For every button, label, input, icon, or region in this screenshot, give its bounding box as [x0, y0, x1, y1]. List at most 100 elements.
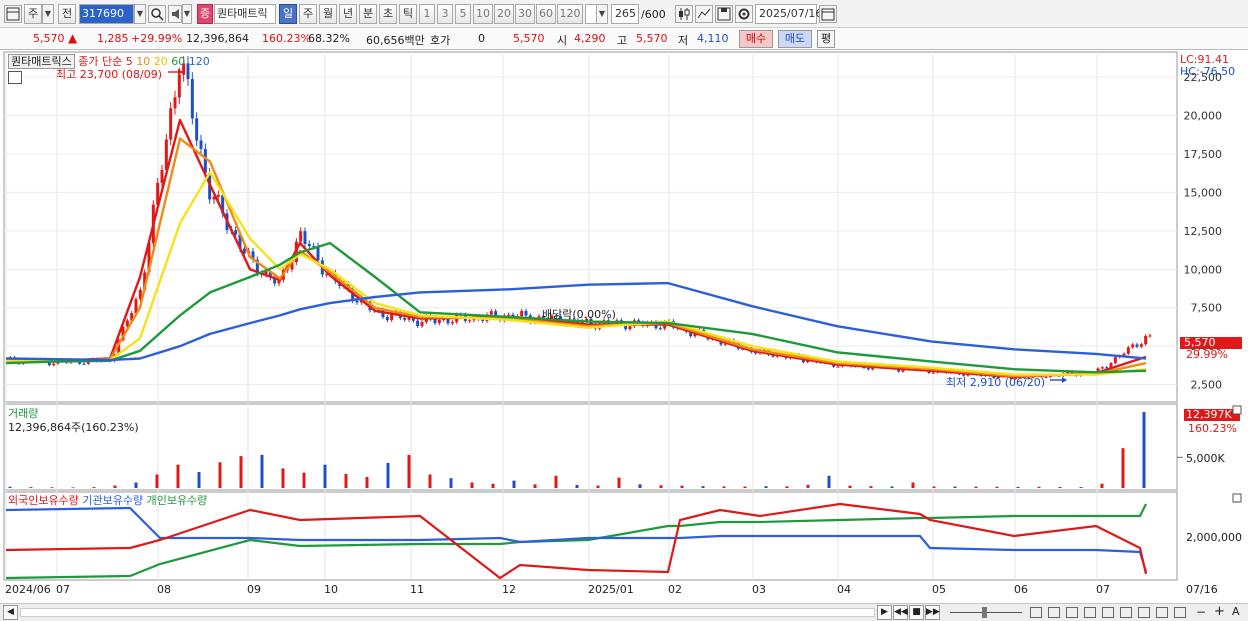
screenshot-icon[interactable]	[1174, 607, 1186, 618]
nav-first-button[interactable]: ◀◀	[893, 605, 908, 620]
candle-body	[507, 314, 511, 316]
indicator-icon[interactable]	[1066, 607, 1078, 618]
chart-area[interactable]: 22,500 20,000 17,500 15,000 12,500 10,000 7,50…	[0, 50, 1248, 603]
interval-60-button[interactable]: 60	[536, 4, 556, 24]
candle-body	[520, 311, 524, 317]
layout-icon[interactable]	[1030, 607, 1042, 618]
sound-icon[interactable]	[168, 5, 182, 23]
date-input[interactable]: 2025/07/16	[755, 4, 822, 24]
zoom-out-icon[interactable]: −	[1196, 605, 1206, 619]
prev-button[interactable]: 전	[58, 4, 76, 24]
candle-body	[52, 363, 56, 366]
period-week-tab[interactable]: 주	[299, 4, 317, 24]
current-value: 5,570	[513, 32, 545, 45]
interval-dropdown-chevron-icon[interactable]: ▼	[596, 4, 608, 24]
settings-gear-icon[interactable]	[735, 5, 753, 23]
volume-ratio: 160.23%	[262, 32, 311, 45]
market-button[interactable]: 주	[24, 4, 42, 24]
interval-5-button[interactable]: 5	[455, 4, 471, 24]
interval-1-button[interactable]: 1	[419, 4, 435, 24]
volume-bar	[974, 486, 978, 488]
scroll-right-icon[interactable]: ▶	[877, 605, 892, 620]
magnet-icon[interactable]	[1138, 607, 1150, 618]
volume-pane-frame	[3, 403, 1178, 491]
bottom-bar: ◀ ▶ ◀◀ ■ ▶▶ − + A	[0, 603, 1248, 621]
volume-bar	[596, 485, 600, 488]
date-tick-label: 10	[324, 583, 338, 596]
candle-body	[82, 363, 86, 365]
evaluation-button[interactable]: 평	[817, 30, 835, 48]
scroll-track[interactable]	[20, 608, 875, 617]
candle-type-icon[interactable]	[675, 5, 693, 23]
candle-body	[1144, 335, 1148, 345]
volume-bar	[785, 486, 789, 488]
foreign-holder-title[interactable]: 외국인보유수량	[8, 494, 79, 507]
volume-bar	[1121, 448, 1125, 488]
chart-canvas[interactable]: 22,50020,00017,50015,00012,50010,0007,50…	[0, 50, 1248, 603]
candle-body	[307, 243, 311, 247]
volume-bar	[848, 485, 852, 488]
interval-20-button[interactable]: 20	[494, 4, 514, 24]
tools-icon[interactable]	[1084, 607, 1096, 618]
window-layout-icon[interactable]	[4, 5, 22, 23]
volume-bar	[932, 486, 936, 488]
price-tick-label: 20,000	[1184, 110, 1223, 123]
period-day-tab[interactable]: 일	[279, 4, 297, 24]
nav-stop-button[interactable]: ■	[909, 605, 924, 620]
sound-dropdown-chevron-icon[interactable]: ▼	[182, 4, 192, 24]
volume-bar	[659, 485, 663, 488]
ma-60-label[interactable]: 60	[171, 55, 185, 68]
interval-120-button[interactable]: 120	[557, 4, 583, 24]
interval-10-button[interactable]: 10	[473, 4, 493, 24]
candle-body	[468, 320, 472, 322]
auto-scale-icon[interactable]: A	[1232, 605, 1240, 618]
count-input[interactable]: 265	[611, 4, 639, 24]
sell-button[interactable]: 매도	[778, 30, 812, 48]
candle-body	[177, 74, 181, 98]
compare-icon[interactable]	[1048, 607, 1060, 618]
stock-code-input[interactable]: 317690	[79, 4, 134, 24]
volume-bar	[890, 486, 894, 488]
toolbar: 주 ▼ 전 317690 ▼ ▼ 증 퀀타매트릭 일 주 월 년 분 초 틱 1…	[0, 0, 1248, 28]
volume-bar	[869, 486, 873, 488]
calendar-icon[interactable]	[819, 5, 837, 23]
candle-body	[403, 318, 407, 320]
turnover-ratio: 68.32%	[308, 32, 350, 45]
period-second-tab[interactable]: 초	[379, 4, 397, 24]
institution-holder-title[interactable]: 기관보유수량	[82, 494, 143, 507]
eraser-icon[interactable]	[1120, 607, 1132, 618]
volume-bar	[491, 483, 495, 488]
data-table-icon[interactable]	[8, 71, 22, 84]
zoom-in-icon[interactable]: +	[1214, 604, 1225, 619]
candle-body	[420, 322, 424, 327]
volume-bar	[323, 464, 327, 488]
period-tick-tab[interactable]: 틱	[399, 4, 417, 24]
scroll-left-icon[interactable]: ◀	[3, 605, 18, 620]
individual-holder-title[interactable]: 개인보유수량	[147, 494, 208, 507]
volume-bar	[155, 474, 159, 488]
nav-last-button[interactable]: ▶▶	[925, 605, 940, 620]
period-minute-tab[interactable]: 분	[359, 4, 377, 24]
market-dropdown-chevron-icon[interactable]: ▼	[42, 4, 54, 24]
price-tick-label: 15,000	[1184, 186, 1223, 199]
volume-bar	[470, 482, 474, 488]
period-month-tab[interactable]: 월	[319, 4, 337, 24]
volume-bar	[743, 486, 747, 488]
search-icon[interactable]	[148, 5, 166, 23]
ma-120-label[interactable]: 120	[189, 55, 210, 68]
interval-30-button[interactable]: 30	[515, 4, 535, 24]
period-year-tab[interactable]: 년	[339, 4, 357, 24]
stock-code-dropdown-chevron-icon[interactable]: ▼	[134, 4, 146, 24]
interval-3-button[interactable]: 3	[437, 4, 453, 24]
candle-body	[524, 311, 528, 316]
pen-icon[interactable]	[1102, 607, 1114, 618]
lock-icon[interactable]	[1156, 607, 1168, 618]
ask-value: 0	[478, 32, 485, 45]
save-icon[interactable]	[715, 5, 733, 23]
volume-bar	[512, 480, 516, 488]
zoom-slider-thumb[interactable]	[982, 607, 987, 618]
draw-line-icon[interactable]	[695, 5, 713, 23]
date-tick-label: 02	[668, 583, 682, 596]
buy-button[interactable]: 매수	[739, 30, 773, 48]
last-volume-label: 12,397K	[1186, 408, 1232, 421]
